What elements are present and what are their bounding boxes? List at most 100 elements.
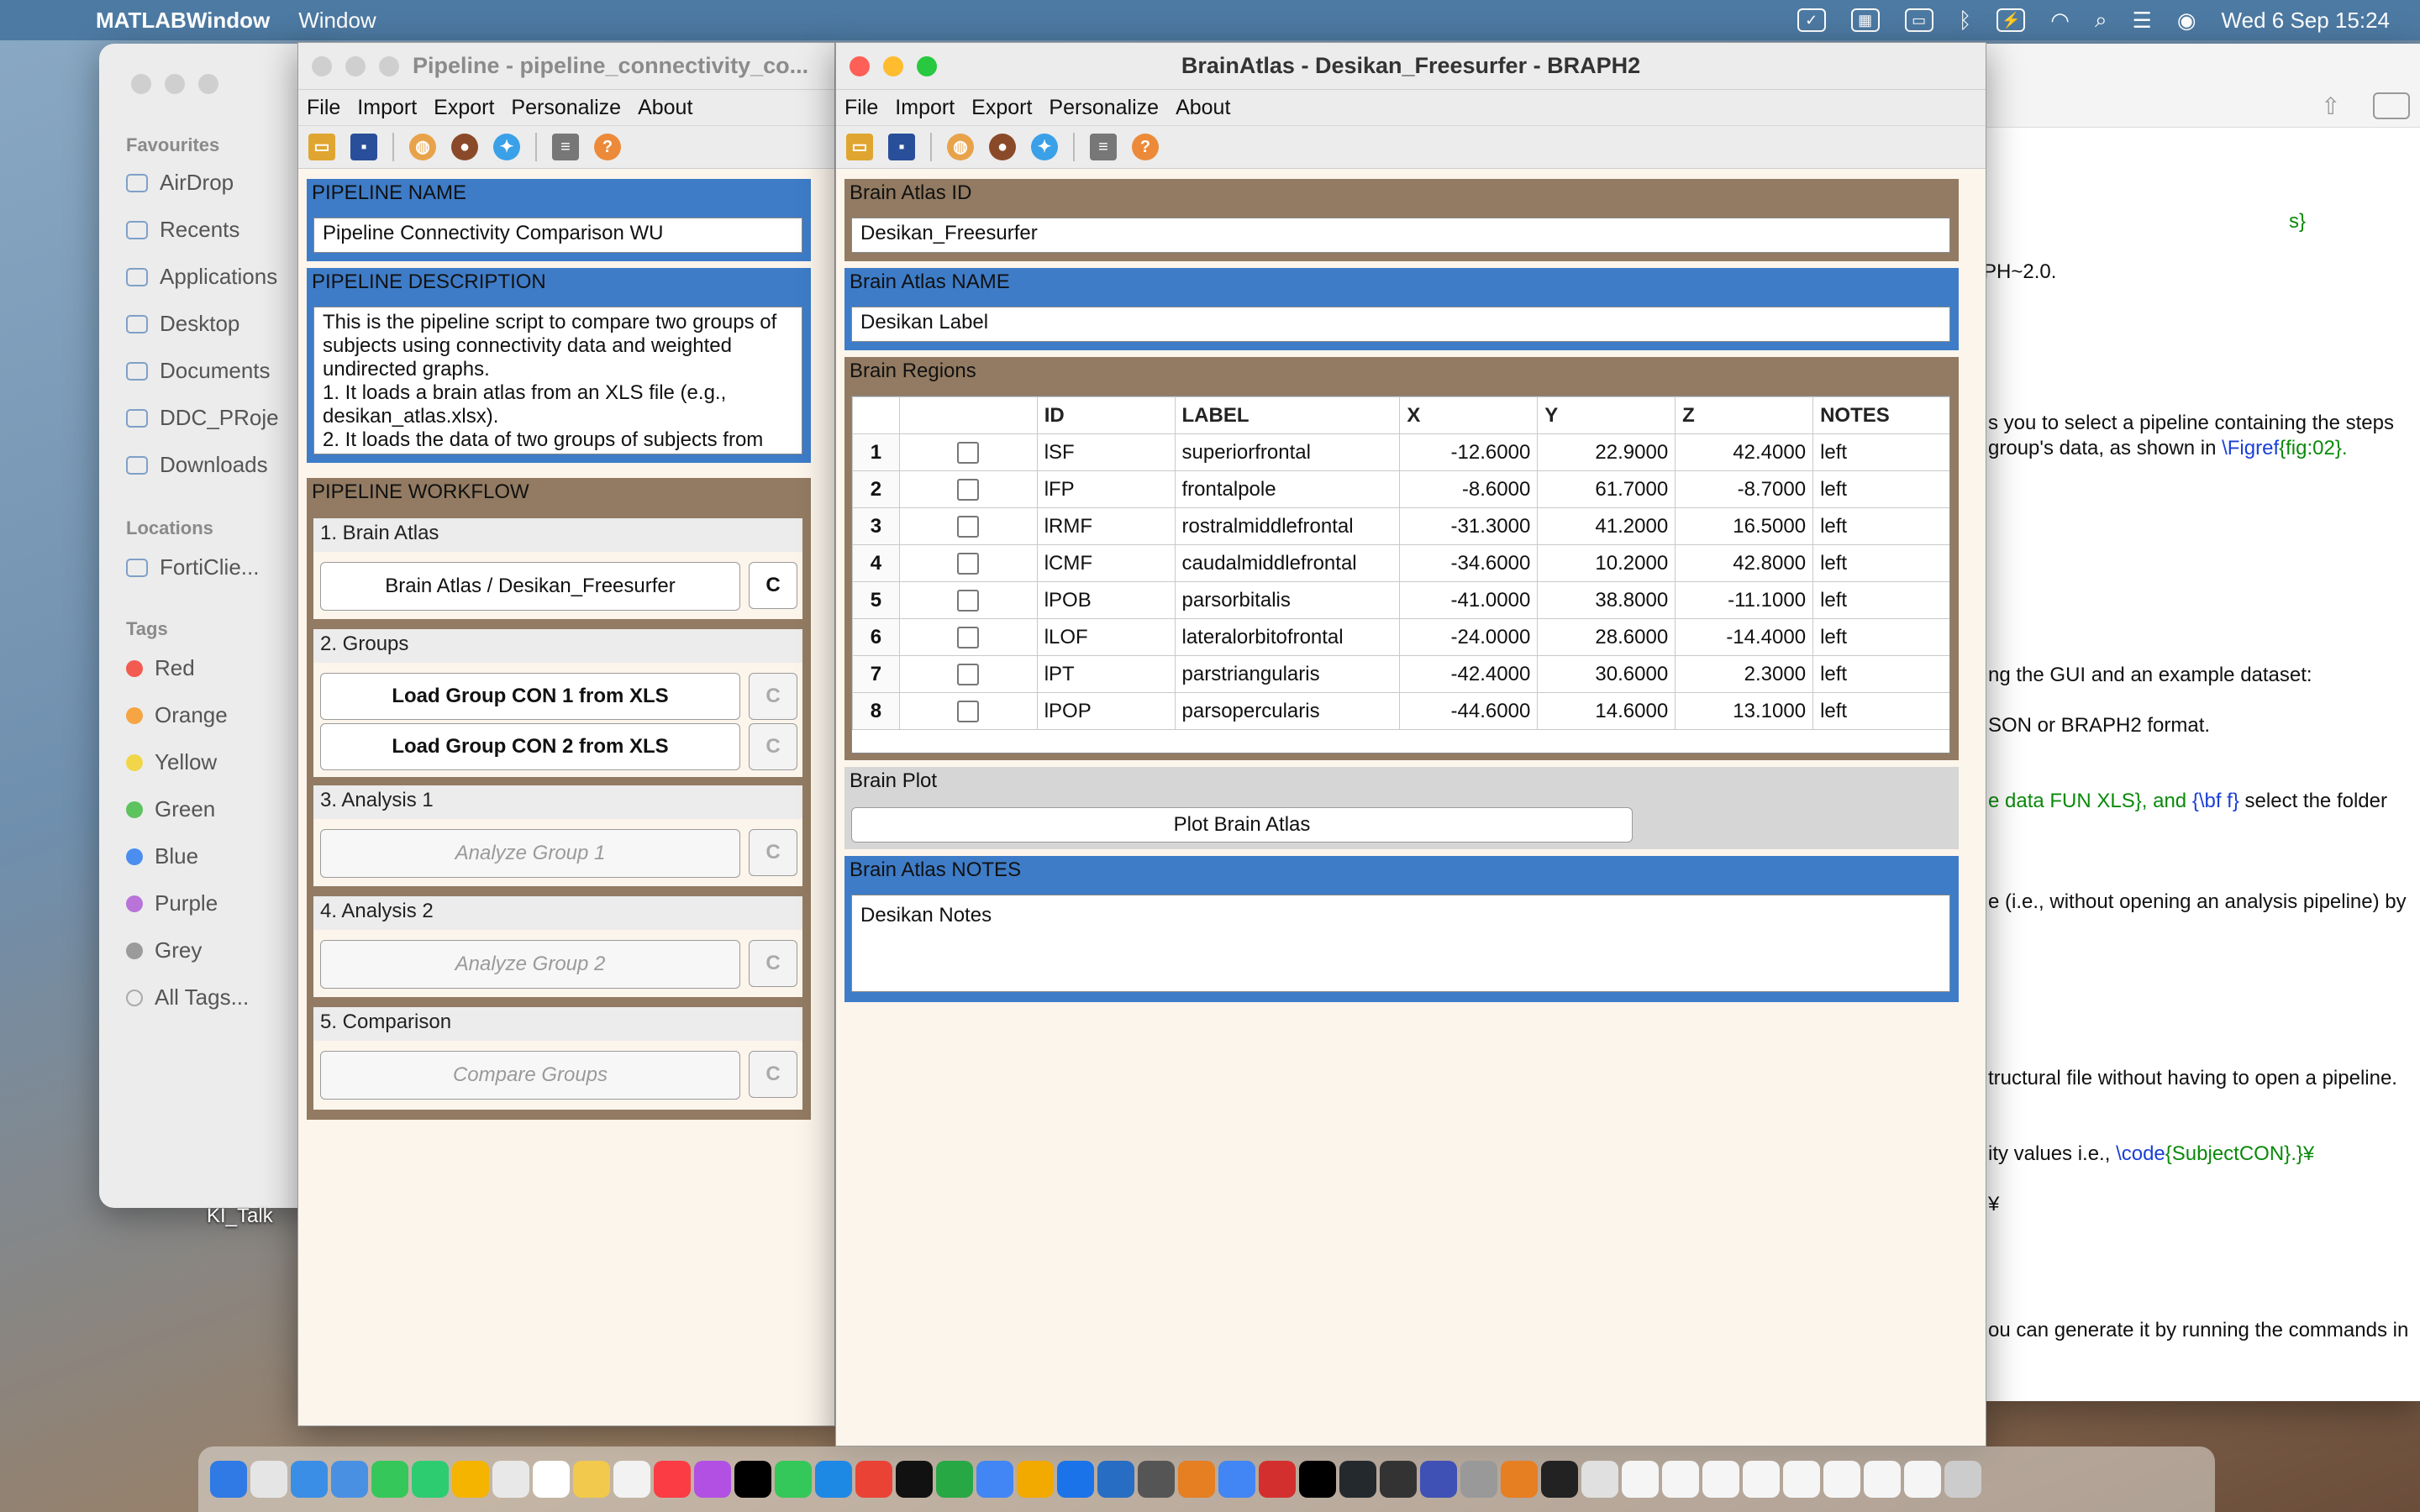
table-row[interactable]: 4 lCMF caudalmiddlefrontal -34.6000 10.2000 4…	[852, 544, 1949, 582]
select-cell[interactable]	[898, 655, 1038, 693]
menu-import[interactable]: Import	[895, 96, 955, 120]
table-row[interactable]: 1 lSF superiorfrontal -12.6000 22.9000 42.400…	[852, 433, 1949, 471]
close-window-icon[interactable]	[131, 74, 151, 94]
save-icon[interactable]: ▪	[350, 134, 377, 160]
pipeline-name-field[interactable]: Pipeline Connectivity Comparison WU	[313, 218, 802, 253]
dock-app-icon[interactable]	[1138, 1461, 1175, 1498]
table-row[interactable]: 8 lPOP parsopercularis -44.6000 14.6000 13.10…	[852, 692, 1949, 730]
table-row[interactable]: 6 lLOF lateralorbitofrontal -24.0000 28.6000…	[852, 618, 1949, 656]
menu-about[interactable]: About	[638, 96, 692, 120]
dock-app-icon[interactable]	[1017, 1461, 1054, 1498]
row-number[interactable]: 2	[852, 470, 900, 508]
row-checkbox[interactable]	[957, 627, 980, 649]
dock-app-icon[interactable]	[1743, 1461, 1780, 1498]
sidebar-all-tags[interactable]: All Tags...	[126, 984, 319, 1011]
region-z-cell[interactable]: -14.4000	[1675, 618, 1814, 656]
dock-app-icon[interactable]	[855, 1461, 892, 1498]
menu-personalize[interactable]: Personalize	[1049, 96, 1159, 120]
analyze-group-2-c-button[interactable]: C	[749, 940, 797, 987]
brain-atlas-name-field[interactable]: Desikan Label	[851, 307, 1950, 342]
dock-app-icon[interactable]	[654, 1461, 691, 1498]
load-group-1-button[interactable]: Load Group CON 1 from XLS	[320, 673, 740, 720]
help-icon[interactable]: ?	[594, 134, 621, 160]
brain-atlas-titlebar[interactable]: BrainAtlas - Desikan_Freesurfer - BRAPH2	[836, 43, 1986, 90]
sidebar-item-airdrop[interactable]: AirDrop	[126, 170, 319, 196]
column-header-x[interactable]: X	[1399, 396, 1539, 434]
row-number[interactable]: 8	[852, 692, 900, 730]
region-z-cell[interactable]: 16.5000	[1675, 507, 1814, 545]
row-number[interactable]: 5	[852, 581, 900, 619]
dock-app-icon[interactable]	[815, 1461, 852, 1498]
dock-app-icon[interactable]	[452, 1461, 489, 1498]
dock-app-icon[interactable]	[1339, 1461, 1376, 1498]
region-z-cell[interactable]: -8.7000	[1675, 470, 1814, 508]
dock-app-icon[interactable]	[533, 1461, 570, 1498]
grid-status-icon[interactable]: ▦	[1850, 8, 1880, 32]
globe-icon[interactable]: ◍	[947, 134, 974, 160]
analyze-group-1-button[interactable]: Analyze Group 1	[320, 829, 740, 878]
row-number[interactable]: 3	[852, 507, 900, 545]
row-checkbox[interactable]	[957, 590, 980, 612]
region-z-cell[interactable]: 42.4000	[1675, 433, 1814, 471]
dock-app-icon[interactable]	[1581, 1461, 1618, 1498]
region-x-cell[interactable]: -34.6000	[1399, 544, 1539, 582]
dock-app-icon[interactable]	[1380, 1461, 1417, 1498]
wifi-icon[interactable]: ◠	[2050, 8, 2070, 34]
column-header-y[interactable]: Y	[1537, 396, 1676, 434]
menubar-clock[interactable]: Wed 6 Sep 15:24	[2222, 8, 2390, 34]
brain-regions-table-container[interactable]: ID LABEL X Y Z NOTES 1 lSF superiorfrontal…	[851, 396, 1950, 753]
help-icon[interactable]: ?	[1132, 134, 1159, 160]
dock-app-icon[interactable]	[492, 1461, 529, 1498]
region-y-cell[interactable]: 28.6000	[1537, 618, 1676, 656]
region-label-cell[interactable]: lateralorbitofrontal	[1174, 618, 1401, 656]
region-y-cell[interactable]: 10.2000	[1537, 544, 1676, 582]
dock-app-icon[interactable]	[976, 1461, 1013, 1498]
region-id-cell[interactable]: lLOF	[1036, 618, 1176, 656]
region-z-cell[interactable]: 13.1000	[1675, 692, 1814, 730]
sidebar-tag-red[interactable]: Red	[126, 655, 319, 681]
row-checkbox[interactable]	[957, 664, 980, 686]
menu-export[interactable]: Export	[971, 96, 1032, 120]
pipeline-titlebar[interactable]: Pipeline - pipeline_connectivity_co...	[298, 43, 834, 90]
region-z-cell[interactable]: 2.3000	[1675, 655, 1814, 693]
sidebar-item-applications[interactable]: Applications	[126, 264, 319, 290]
row-checkbox[interactable]	[957, 516, 980, 538]
table-row[interactable]: 5 lPOB parsorbitalis -41.0000 38.8000 -11.100…	[852, 581, 1949, 619]
region-id-cell[interactable]: lPT	[1036, 655, 1176, 693]
load-group-2-c-button[interactable]: C	[749, 723, 797, 770]
dock-app-icon[interactable]	[573, 1461, 610, 1498]
pipeline-description-field[interactable]: This is the pipeline script to compare t…	[313, 307, 802, 454]
brain-atlas-id-field[interactable]: Desikan_Freesurfer	[851, 218, 1950, 253]
sidebar-tag-purple[interactable]: Purple	[126, 890, 319, 916]
row-number[interactable]: 1	[852, 433, 900, 471]
dock-app-icon[interactable]	[371, 1461, 408, 1498]
region-id-cell[interactable]: lPOB	[1036, 581, 1176, 619]
dock-app-icon[interactable]	[250, 1461, 287, 1498]
load-group-2-button[interactable]: Load Group CON 2 from XLS	[320, 723, 740, 770]
dock-app-icon[interactable]	[1057, 1461, 1094, 1498]
sidebar-tag-blue[interactable]: Blue	[126, 843, 319, 869]
sidebar-tag-grey[interactable]: Grey	[126, 937, 319, 963]
sidebar-tag-yellow[interactable]: Yellow	[126, 749, 319, 775]
region-id-cell[interactable]: lSF	[1036, 433, 1176, 471]
select-cell[interactable]	[898, 544, 1038, 582]
open-folder-icon[interactable]: ▭	[308, 134, 335, 160]
row-number[interactable]: 7	[852, 655, 900, 693]
document-icon[interactable]: ≡	[552, 134, 579, 160]
region-id-cell[interactable]: lPOP	[1036, 692, 1176, 730]
region-x-cell[interactable]: -42.4000	[1399, 655, 1539, 693]
menubar-window-menu[interactable]: Window	[298, 8, 376, 34]
camera-icon[interactable]: ●	[989, 134, 1016, 160]
region-id-cell[interactable]: lCMF	[1036, 544, 1176, 582]
dock-app-icon[interactable]	[1944, 1461, 1981, 1498]
region-id-cell[interactable]: lRMF	[1036, 507, 1176, 545]
dock-app-icon[interactable]	[1218, 1461, 1255, 1498]
column-header-id[interactable]: ID	[1036, 396, 1176, 434]
region-notes-cell[interactable]: left	[1812, 655, 1949, 693]
analyze-group-1-c-button[interactable]: C	[749, 829, 797, 876]
row-checkbox[interactable]	[957, 553, 980, 575]
row-checkbox[interactable]	[957, 701, 980, 723]
checkmark-status-icon[interactable]: ✓	[1797, 8, 1826, 32]
table-row[interactable]: 7 lPT parstriangularis -42.4000 30.6000 2.300…	[852, 655, 1949, 693]
dock-app-icon[interactable]	[1702, 1461, 1739, 1498]
